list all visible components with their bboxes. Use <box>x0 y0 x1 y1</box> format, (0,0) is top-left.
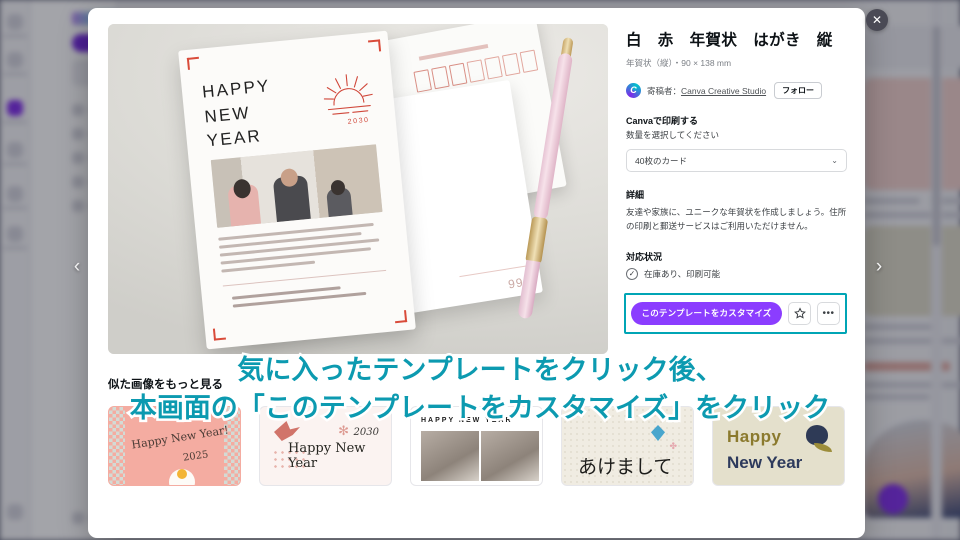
thumb-brush-calligraphy[interactable]: ✤ あけまして <box>561 406 694 486</box>
flower-icon <box>806 425 828 445</box>
modal-body: 999 HAPPY NEW YEAR 2030 白 赤 年賀状 はがき 縦 年賀… <box>88 8 865 354</box>
follow-button[interactable]: フォロー <box>774 82 823 99</box>
sparkle-icon: ✤ <box>669 441 677 451</box>
thumb-title: Happy <box>727 427 782 446</box>
thumb-year: 2025 <box>182 449 210 464</box>
cta-highlight-box: このテンプレートをカスタマイズ ••• <box>624 292 847 334</box>
details-description: 友達や家族に、ユニークな年賀状を作成しましょう。住所の印刷と郵送サービスはご利用… <box>626 207 847 231</box>
template-info-panel: 白 赤 年賀状 はがき 縦 年賀状（縦）・90 × 138 mm C 寄稿者：C… <box>624 24 847 354</box>
card-sender-text <box>231 283 373 312</box>
thumb-crane-happy-new-year[interactable]: ✻ 2030 Happy New Year <box>259 406 392 486</box>
corner-mark <box>186 56 200 70</box>
thumb-pink-happy-new-year-2025[interactable]: Happy New Year! 2025 <box>108 406 241 486</box>
collage-photo <box>481 431 539 481</box>
close-modal-button[interactable]: ✕ <box>866 9 888 31</box>
thumb-photo-collage[interactable]: HAPPY NEW YEAR <box>410 406 543 486</box>
similar-images-section: 似た画像をもっと見る Happy New Year! 2025 ✻ 2030 H… <box>88 354 865 486</box>
postal-code-label <box>418 43 489 61</box>
customize-template-button[interactable]: このテンプレートをカスタマイズ <box>631 301 782 325</box>
corner-mark <box>367 39 382 53</box>
chevron-right-icon: › <box>875 256 883 277</box>
corner-mark <box>212 327 227 341</box>
author-name-link[interactable]: Canva Creative Studio <box>681 86 766 96</box>
template-detail-modal: 999 HAPPY NEW YEAR 2030 白 赤 年賀状 はがき 縦 年賀… <box>88 8 865 538</box>
thumb-title: Happy New Year! <box>130 423 230 452</box>
template-dimensions: 年賀状（縦）・90 × 138 mm <box>626 58 732 68</box>
template-preview-image[interactable]: 999 HAPPY NEW YEAR 2030 <box>108 24 608 354</box>
availability-heading: 対応状況 <box>626 251 663 262</box>
pen-grip <box>525 216 549 265</box>
details-section: 詳細 友達や家族に、ユニークな年賀状を作成しましょう。住所の印刷と郵送サービスは… <box>626 188 847 234</box>
print-subheading: 数量を選択してください <box>626 130 719 140</box>
crane-icon <box>274 421 300 441</box>
corner-mark <box>394 310 408 324</box>
screen: ‹ › ✕ 999 HAPPY NEW YEAR 2030 白 赤 年賀状 はが… <box>0 0 960 540</box>
lace-border <box>224 407 240 485</box>
quantity-value: 40枚のカード <box>635 155 687 166</box>
availability-row: ✓ 在庫あり、印刷可能 <box>626 267 847 280</box>
author-avatar: C <box>626 83 641 98</box>
chevron-down-icon: ⌄ <box>831 156 838 165</box>
close-icon: ✕ <box>871 13 883 27</box>
author-prefix: 寄稿者： <box>647 85 682 96</box>
template-title: 白 赤 年賀状 はがき 縦 <box>626 32 833 49</box>
yolk-shape <box>177 469 187 479</box>
availability-status: 在庫あり、印刷可能 <box>644 268 721 279</box>
author-text: 寄稿者：Canva Creative Studio <box>647 85 766 97</box>
print-heading: Canvaで印刷する <box>626 116 699 126</box>
leaf-icon <box>814 443 832 452</box>
sunrise-icon <box>323 74 373 115</box>
similar-images-heading: 似た画像をもっと見る <box>108 379 223 391</box>
more-options-icon: ••• <box>822 307 835 319</box>
card-family-photo <box>210 144 383 228</box>
availability-section: 対応状況 ✓ 在庫あり、印刷可能 <box>626 250 847 280</box>
thumb-title: あけまして <box>578 456 673 478</box>
thumb-title: Happy New Year <box>288 441 366 471</box>
details-heading: 詳細 <box>626 190 645 200</box>
thumb-title: HAPPY NEW YEAR <box>421 417 513 424</box>
previous-item-arrow[interactable]: ‹ <box>66 256 88 278</box>
author-row: C 寄稿者：Canva Creative Studio フォロー <box>626 82 847 99</box>
pen-end <box>517 259 541 320</box>
postcard-front-mockup: HAPPY NEW YEAR 2030 <box>178 30 416 350</box>
next-item-arrow[interactable]: › <box>868 256 890 278</box>
card-message-text <box>218 222 383 277</box>
thumb-olive-happy-new-year[interactable]: Happy New Year <box>712 406 845 486</box>
more-options-button[interactable]: ••• <box>817 301 840 325</box>
quantity-select[interactable]: 40枚のカード ⌄ <box>626 149 847 172</box>
lace-border <box>109 407 125 485</box>
thumb-year: 2030 <box>353 427 379 438</box>
chevron-left-icon: ‹ <box>73 256 81 277</box>
kite-icon <box>651 425 665 441</box>
similar-images-row: Happy New Year! 2025 ✻ 2030 Happy New Ye… <box>108 406 845 486</box>
favorite-button[interactable] <box>788 301 811 325</box>
flower-icon: ✻ <box>338 423 349 438</box>
print-section: Canvaで印刷する 数量を選択してください 40枚のカード ⌄ <box>626 114 847 172</box>
check-circle-icon: ✓ <box>626 267 638 280</box>
collage-photo <box>421 431 479 481</box>
thumb-subtitle: New Year <box>727 453 803 472</box>
star-icon <box>793 307 806 319</box>
